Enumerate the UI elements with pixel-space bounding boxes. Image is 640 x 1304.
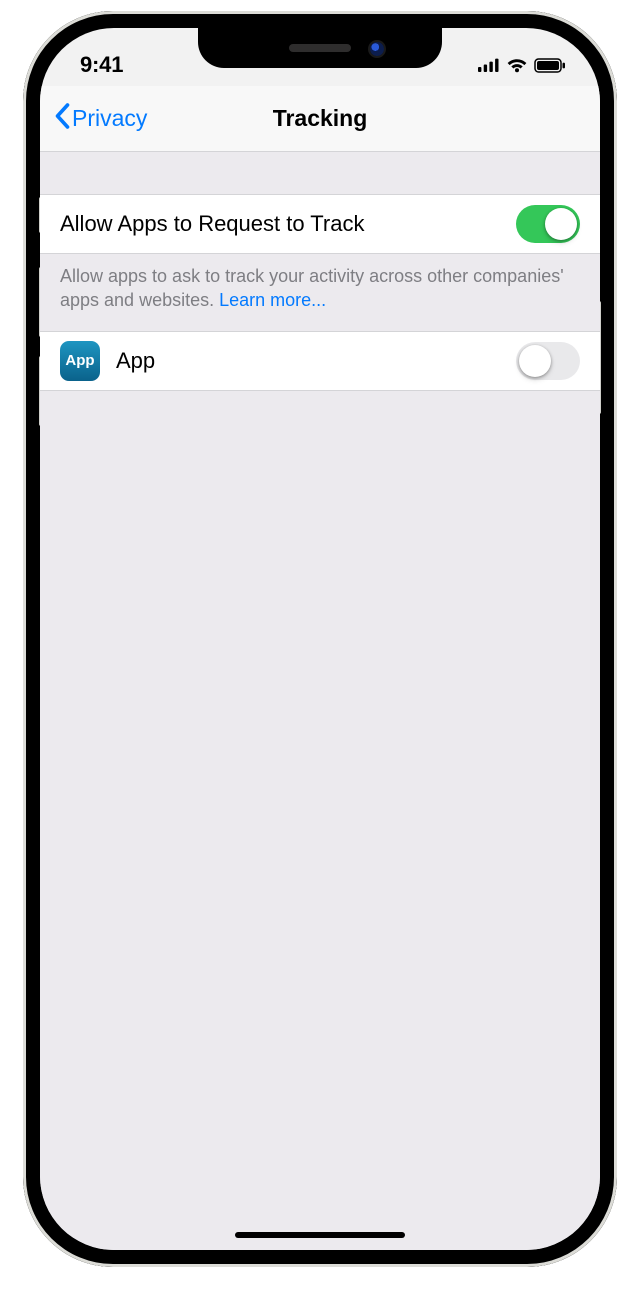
allow-apps-switch[interactable] bbox=[516, 205, 580, 243]
allow-apps-label: Allow Apps to Request to Track bbox=[60, 211, 516, 237]
switch-knob bbox=[545, 208, 577, 240]
app-tracking-switch[interactable] bbox=[516, 342, 580, 380]
home-indicator[interactable] bbox=[235, 1232, 405, 1238]
switch-knob bbox=[519, 345, 551, 377]
page-title: Tracking bbox=[273, 105, 368, 132]
allow-apps-to-request-row: Allow Apps to Request to Track bbox=[40, 194, 600, 254]
navigation-bar: Privacy Tracking bbox=[40, 86, 600, 152]
section-footer: Allow apps to ask to track your activity… bbox=[40, 254, 600, 331]
content-area: Allow Apps to Request to Track Allow app… bbox=[40, 152, 600, 1250]
spacer bbox=[40, 152, 600, 194]
app-icon: App bbox=[60, 341, 100, 381]
app-tracking-row: App App bbox=[40, 331, 600, 391]
cellular-icon bbox=[478, 58, 500, 72]
status-time: 9:41 bbox=[80, 52, 123, 78]
device-frame: 9:41 bbox=[23, 11, 617, 1267]
app-name-label: App bbox=[116, 348, 516, 374]
speaker-grille bbox=[289, 44, 351, 52]
chevron-left-icon bbox=[54, 103, 70, 135]
back-label: Privacy bbox=[72, 105, 147, 132]
front-camera bbox=[370, 42, 384, 56]
back-button[interactable]: Privacy bbox=[54, 103, 147, 135]
wifi-icon bbox=[506, 57, 528, 73]
learn-more-link[interactable]: Learn more... bbox=[219, 290, 326, 310]
status-icons bbox=[478, 57, 566, 73]
notch bbox=[198, 28, 442, 68]
screen: 9:41 bbox=[40, 28, 600, 1250]
battery-icon bbox=[534, 58, 566, 73]
